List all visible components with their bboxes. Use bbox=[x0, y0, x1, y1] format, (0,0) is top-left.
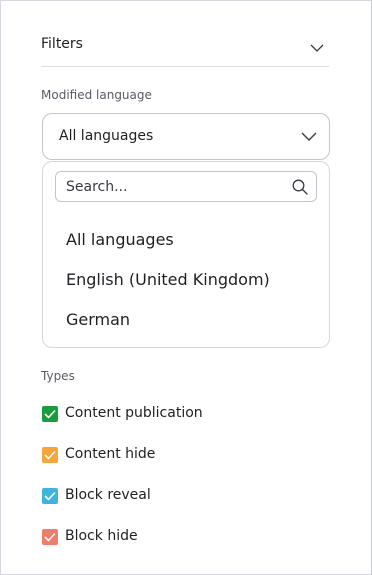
language-option-german[interactable]: German bbox=[66, 310, 130, 329]
check-icon bbox=[44, 491, 56, 501]
type-label: Content hide bbox=[65, 446, 156, 462]
type-label: Block hide bbox=[65, 528, 138, 544]
language-select-value: All languages bbox=[59, 128, 154, 144]
language-option-english-uk[interactable]: English (United Kingdom) bbox=[66, 270, 270, 289]
search-icon bbox=[292, 179, 308, 195]
chevron-down-icon bbox=[301, 132, 317, 141]
language-dropdown: All languages English (United Kingdom) G… bbox=[42, 161, 330, 348]
check-icon bbox=[44, 450, 56, 460]
chevron-down-icon[interactable] bbox=[310, 43, 324, 53]
modified-language-label: Modified language bbox=[41, 88, 152, 102]
checkbox[interactable] bbox=[42, 529, 58, 545]
language-search[interactable] bbox=[55, 171, 317, 202]
language-search-input[interactable] bbox=[66, 177, 276, 197]
filters-title: Filters bbox=[41, 36, 83, 52]
check-icon bbox=[44, 532, 56, 542]
checkbox[interactable] bbox=[42, 406, 58, 422]
type-label: Content publication bbox=[65, 405, 203, 421]
filters-panel: Filters Modified language All languages … bbox=[0, 0, 372, 575]
checkbox[interactable] bbox=[42, 488, 58, 504]
filters-header[interactable]: Filters bbox=[41, 35, 329, 67]
type-label: Block reveal bbox=[65, 487, 151, 503]
checkbox[interactable] bbox=[42, 447, 58, 463]
types-label: Types bbox=[41, 369, 75, 383]
check-icon bbox=[44, 409, 56, 419]
language-select[interactable]: All languages bbox=[42, 113, 330, 160]
language-option-all[interactable]: All languages bbox=[66, 230, 174, 249]
